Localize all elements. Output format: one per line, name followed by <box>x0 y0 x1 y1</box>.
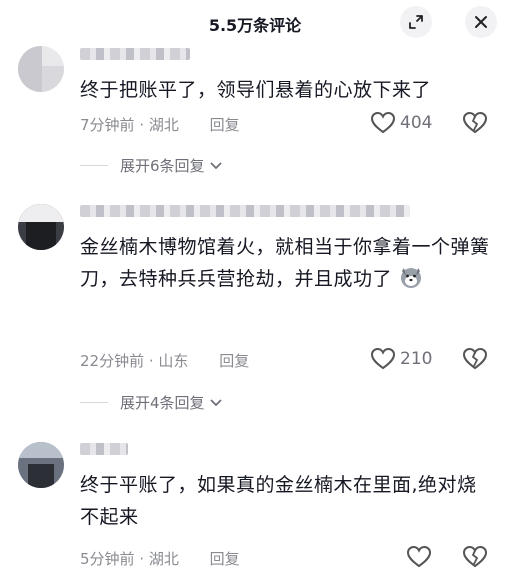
expand-replies-label: 展开4条回复 <box>120 394 205 412</box>
chevron-down-icon <box>209 398 222 406</box>
comment-text: 终于平账了，如果真的金丝楠木在里面,绝对烧不起来 <box>80 474 477 528</box>
comment-time: 7分钟前 <box>80 116 135 134</box>
dislike-button[interactable] <box>462 111 488 139</box>
heart-icon <box>370 111 396 134</box>
chevron-down-icon <box>209 161 222 169</box>
broken-heart-icon <box>462 347 488 370</box>
expand-replies[interactable]: 展开6条回复 <box>80 155 223 176</box>
expand-icon <box>409 15 423 29</box>
reply-button[interactable]: 回复 <box>210 550 240 568</box>
avatar[interactable] <box>18 204 64 250</box>
comment-location: 山东 <box>158 352 189 370</box>
comment-time: 5分钟前 <box>80 550 135 568</box>
broken-heart-icon <box>462 111 488 134</box>
expand-replies[interactable]: 展开4条回复 <box>80 392 223 413</box>
like-button[interactable] <box>406 545 436 569</box>
close-icon <box>475 16 487 28</box>
comment-text: 金丝楠木博物馆着火，就相当于你拿着一个弹簧刀，去特种兵兵营抢劫，并且成功了 <box>80 231 495 295</box>
comment-count-title: 5.5万条评论 <box>208 16 302 35</box>
comment-meta: 7分钟前 · 湖北 回复 <box>80 116 240 134</box>
username-blurred[interactable] <box>80 48 190 60</box>
comment-time: 22分钟前 <box>80 352 145 370</box>
comment-text: 终于把账平了，领导们悬着的心放下来了 <box>80 79 432 101</box>
broken-heart-icon <box>462 545 488 568</box>
username-blurred[interactable] <box>80 443 128 455</box>
divider <box>80 402 108 403</box>
like-count: 404 <box>400 113 433 133</box>
husky-emoji <box>400 268 421 288</box>
avatar[interactable] <box>18 46 64 92</box>
username-blurred[interactable] <box>80 205 410 217</box>
comment-text-content: 金丝楠木博物馆着火，就相当于你拿着一个弹簧刀，去特种兵兵营抢劫，并且成功了 <box>80 236 490 290</box>
comment-location: 湖北 <box>148 116 179 134</box>
like-count: 210 <box>400 349 433 369</box>
comment-meta: 5分钟前 · 湖北 回复 <box>80 550 240 568</box>
expand-replies-label: 展开6条回复 <box>120 157 205 175</box>
dislike-button[interactable] <box>462 347 488 375</box>
like-button[interactable]: 210 <box>370 347 432 371</box>
comment-location: 湖北 <box>148 550 179 568</box>
comments-header: 5.5万条评论 <box>0 0 510 44</box>
close-button[interactable] <box>465 6 497 38</box>
dislike-button[interactable] <box>462 545 488 573</box>
reply-button[interactable]: 回复 <box>219 352 249 370</box>
avatar[interactable] <box>18 442 64 488</box>
expand-button[interactable] <box>400 6 432 38</box>
divider <box>80 165 108 166</box>
reply-button[interactable]: 回复 <box>210 116 240 134</box>
comment-meta: 22分钟前 · 山东 回复 <box>80 352 250 370</box>
heart-icon <box>406 545 432 568</box>
like-button[interactable]: 404 <box>370 111 432 135</box>
heart-icon <box>370 347 396 370</box>
